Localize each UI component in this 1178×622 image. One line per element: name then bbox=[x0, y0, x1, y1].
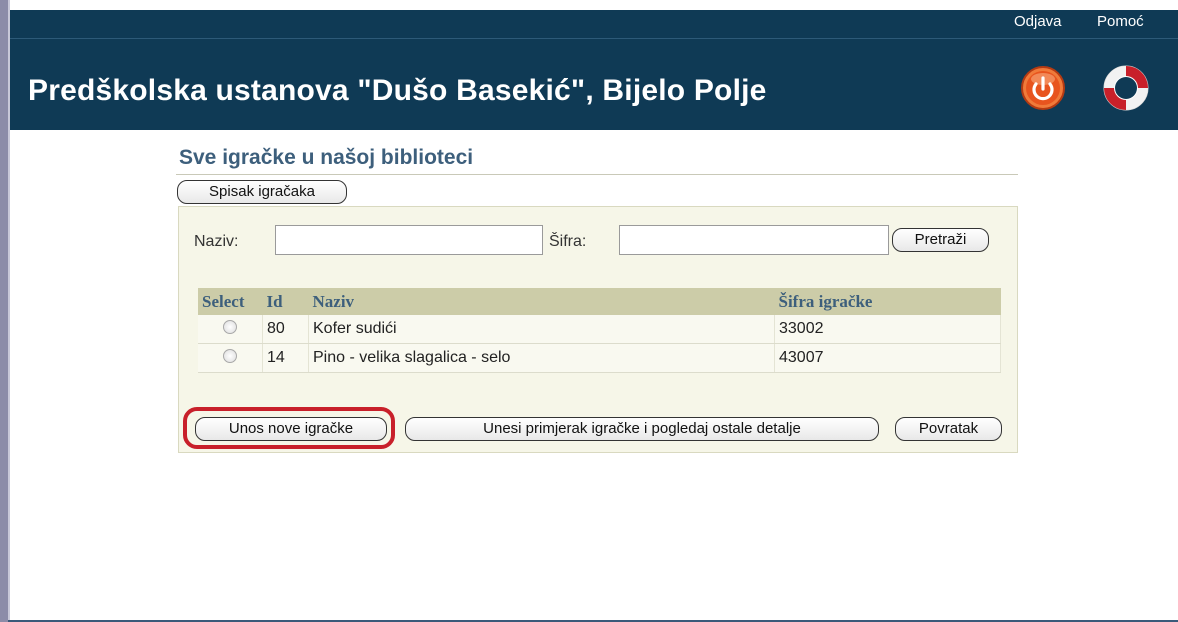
new-toy-button[interactable]: Unos nove igračke bbox=[195, 417, 387, 441]
row-select-cell bbox=[198, 343, 263, 373]
row-select-radio[interactable] bbox=[223, 319, 237, 334]
row-naziv: Pino - velika slagalica - selo bbox=[308, 343, 775, 373]
power-icon[interactable] bbox=[1020, 65, 1066, 111]
column-header-id: Id bbox=[262, 288, 309, 315]
toy-list-button[interactable]: Spisak igračaka bbox=[177, 180, 347, 204]
column-header-sifra: Šifra igračke bbox=[774, 288, 1001, 315]
row-sifra: 33002 bbox=[774, 315, 1001, 344]
search-button[interactable]: Pretraži bbox=[892, 228, 989, 252]
logout-link[interactable]: Odjava bbox=[1014, 13, 1062, 30]
toy-details-button[interactable]: Unesi primjerak igračke i pogledaj ostal… bbox=[405, 417, 879, 441]
row-id: 80 bbox=[262, 315, 309, 344]
sifra-label: Šifra: bbox=[549, 233, 587, 250]
column-header-naziv: Naziv bbox=[308, 288, 775, 315]
table-row: 80 Kofer sudići 33002 bbox=[198, 315, 1001, 344]
sifra-input[interactable] bbox=[619, 225, 889, 255]
back-button[interactable]: Povratak bbox=[895, 417, 1002, 441]
row-sifra: 43007 bbox=[774, 343, 1001, 373]
row-id: 14 bbox=[262, 343, 309, 373]
row-select-cell bbox=[198, 315, 263, 344]
top-strip bbox=[10, 0, 1178, 10]
row-select-radio[interactable] bbox=[223, 348, 237, 363]
header-divider bbox=[10, 38, 1178, 39]
heading-divider bbox=[176, 174, 1018, 175]
toys-table: Select Id Naziv Šifra igračke 80 Kofer s… bbox=[198, 288, 1001, 373]
row-naziv: Kofer sudići bbox=[308, 315, 775, 344]
column-header-select: Select bbox=[198, 288, 263, 315]
lifebuoy-icon[interactable] bbox=[1100, 62, 1152, 114]
help-link[interactable]: Pomoć bbox=[1097, 13, 1144, 30]
naziv-input[interactable] bbox=[275, 225, 543, 255]
table-row: 14 Pino - velika slagalica - selo 43007 bbox=[198, 343, 1001, 373]
app-header: Odjava Pomoć Predškolska ustanova "Dušo … bbox=[10, 10, 1178, 130]
table-header-row: Select Id Naziv Šifra igračke bbox=[198, 288, 1001, 315]
window-left-border bbox=[0, 0, 8, 622]
naziv-label: Naziv: bbox=[194, 233, 239, 250]
page-title: Sve igračke u našoj biblioteci bbox=[179, 146, 474, 169]
app-title: Predškolska ustanova "Dušo Basekić", Bij… bbox=[28, 74, 767, 107]
